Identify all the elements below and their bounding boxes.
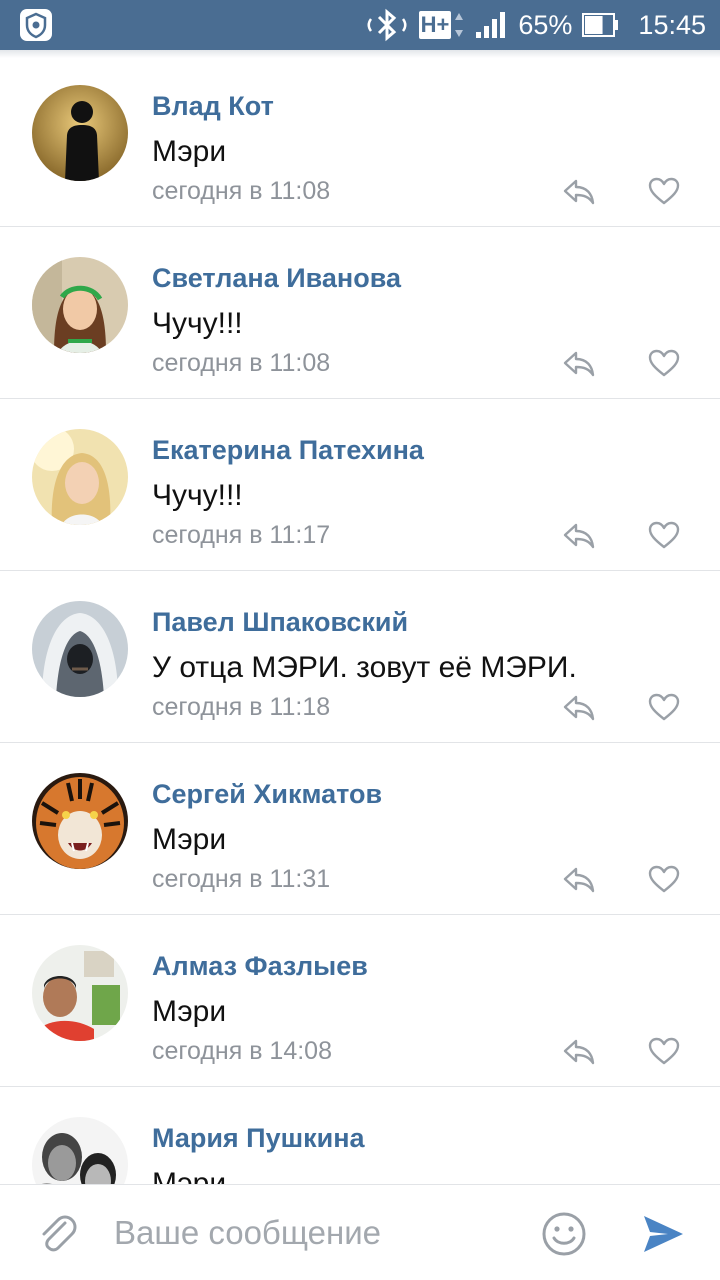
reply-icon[interactable] — [562, 864, 596, 894]
comment-item: Сергей Хикматов Мэри сегодня в 11:31 — [0, 744, 720, 915]
comment-item: Екатерина Патехина Чучу!!! сегодня в 11:… — [0, 400, 720, 571]
like-heart-icon[interactable] — [647, 1036, 681, 1066]
like-heart-icon[interactable] — [647, 520, 681, 550]
comments-list[interactable]: Влад Кот Мэри сегодня в 11:08 Светлана И… — [0, 50, 720, 1184]
avatar[interactable] — [32, 773, 128, 869]
like-heart-icon[interactable] — [647, 864, 681, 894]
comment-item: Павел Шпаковский У отца МЭРИ. зовут её М… — [0, 572, 720, 743]
message-composer — [0, 1184, 720, 1280]
comment-text: Чучу!!! — [152, 307, 243, 340]
bluetooth-icon — [367, 8, 407, 42]
smiley-icon[interactable] — [541, 1211, 587, 1257]
comment-time: сегодня в 11:08 — [152, 349, 331, 377]
like-heart-icon[interactable] — [647, 176, 681, 206]
data-arrows-icon — [455, 13, 464, 37]
comment-text: У отца МЭРИ. зовут её МЭРИ. — [152, 651, 577, 684]
comment-item: Светлана Иванова Чучу!!! сегодня в 11:08 — [0, 228, 720, 399]
comment-time: сегодня в 11:31 — [152, 865, 331, 893]
avatar[interactable] — [32, 257, 128, 353]
reply-icon[interactable] — [562, 692, 596, 722]
like-heart-icon[interactable] — [647, 692, 681, 722]
comment-text: Мэри — [152, 995, 227, 1028]
comment-time: сегодня в 14:08 — [152, 1037, 332, 1065]
reply-icon[interactable] — [562, 1036, 596, 1066]
avatar[interactable] — [32, 85, 128, 181]
shield-app-icon — [20, 9, 52, 41]
comment-item: Мария Пушкина Мэри — [0, 1088, 720, 1184]
battery-percent: 65% — [518, 10, 573, 40]
paperclip-icon[interactable] — [34, 1209, 82, 1257]
comment-author[interactable]: Сергей Хикматов — [152, 778, 382, 810]
like-heart-icon[interactable] — [647, 348, 681, 378]
signal-icon — [476, 12, 506, 38]
network-type-icon: H+ — [418, 10, 465, 40]
comment-author[interactable]: Мария Пушкина — [152, 1122, 365, 1154]
comment-item: Алмаз Фазлыев Мэри сегодня в 14:08 — [0, 916, 720, 1087]
battery-icon — [582, 13, 619, 37]
comment-text: Мэри — [152, 823, 227, 856]
comment-author[interactable]: Светлана Иванова — [152, 262, 401, 294]
clock: 15:45 — [638, 10, 706, 40]
reply-icon[interactable] — [562, 520, 596, 550]
comment-text: Чучу!!! — [152, 479, 243, 512]
comment-time: сегодня в 11:17 — [152, 521, 331, 549]
comment-text: Мэри — [152, 135, 227, 168]
status-bar: H+ 65% 15:45 — [0, 0, 720, 50]
network-type-label: H+ — [418, 11, 452, 39]
comment-author[interactable]: Павел Шпаковский — [152, 606, 408, 638]
comment-text: Мэри — [152, 1167, 227, 1184]
avatar[interactable] — [32, 945, 128, 1041]
reply-icon[interactable] — [562, 348, 596, 378]
send-icon[interactable] — [640, 1211, 686, 1257]
comment-item: Влад Кот Мэри сегодня в 11:08 — [0, 56, 720, 227]
comment-author[interactable]: Екатерина Патехина — [152, 434, 424, 466]
comment-time: сегодня в 11:18 — [152, 693, 331, 721]
reply-icon[interactable] — [562, 176, 596, 206]
avatar[interactable] — [32, 429, 128, 525]
avatar[interactable] — [32, 1117, 128, 1184]
comment-author[interactable]: Влад Кот — [152, 90, 274, 122]
avatar[interactable] — [32, 601, 128, 697]
comment-author[interactable]: Алмаз Фазлыев — [152, 950, 368, 982]
message-input[interactable] — [114, 1209, 514, 1257]
comment-time: сегодня в 11:08 — [152, 177, 331, 205]
